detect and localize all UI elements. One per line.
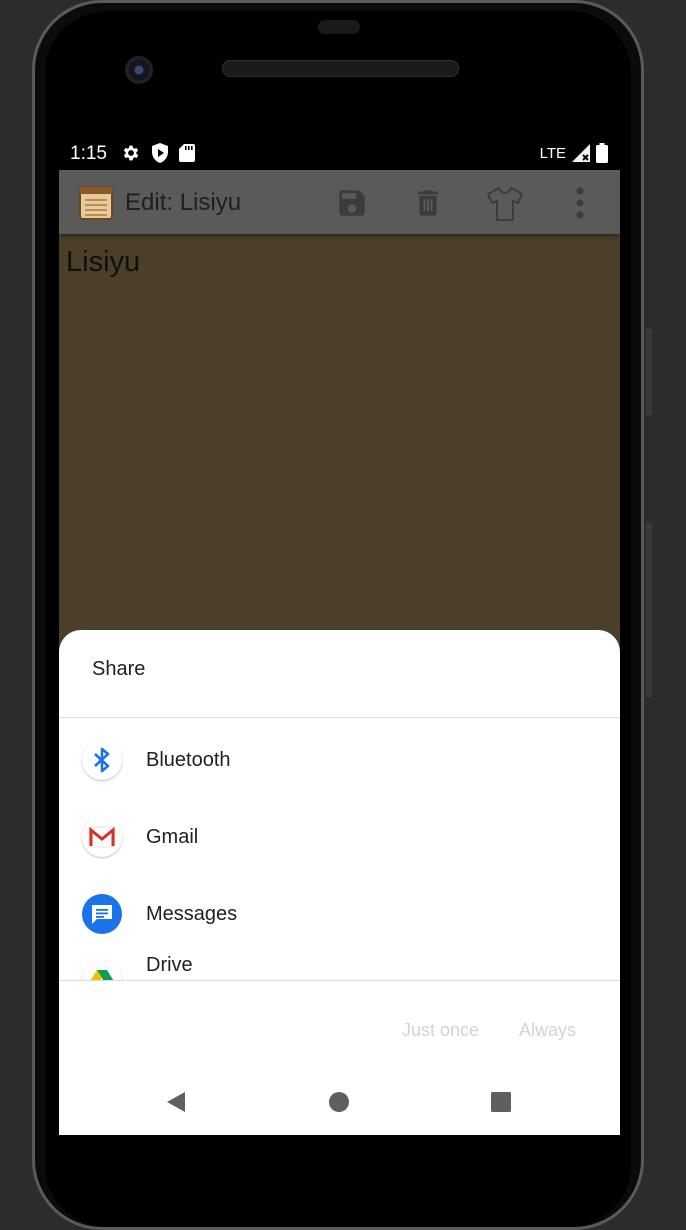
share-target-list[interactable]: Bluetooth Gmail Messages Drive	[59, 722, 620, 980]
gmail-icon	[82, 817, 122, 857]
overflow-menu-icon[interactable]	[565, 186, 595, 220]
front-camera	[125, 56, 153, 84]
delete-icon[interactable]	[411, 186, 445, 220]
share-title-divider	[59, 717, 620, 718]
share-item-gmail[interactable]: Gmail	[59, 799, 620, 875]
page-title: Edit: Lisiyu	[125, 189, 242, 216]
navigation-bar	[59, 1074, 620, 1135]
back-icon[interactable]	[165, 1090, 187, 1114]
note-body-text[interactable]: Lisiyu	[66, 246, 140, 279]
notepad-app-icon	[79, 186, 113, 220]
share-item-messages[interactable]: Messages	[59, 876, 620, 952]
share-item-label: Drive	[146, 954, 193, 976]
home-icon[interactable]	[328, 1090, 350, 1114]
sd-card-icon	[179, 144, 195, 162]
volume-button	[646, 328, 652, 416]
drive-icon	[82, 960, 122, 980]
recents-icon[interactable]	[490, 1090, 512, 1114]
speaker-grille	[222, 60, 459, 77]
earpiece-slot	[318, 20, 360, 34]
gear-icon	[123, 145, 139, 161]
bluetooth-icon	[82, 740, 122, 780]
share-item-label: Messages	[146, 903, 238, 925]
app-bar: Edit: Lisiyu	[59, 170, 620, 234]
share-item-drive[interactable]: Drive	[59, 942, 620, 980]
share-item-bluetooth[interactable]: Bluetooth	[59, 722, 620, 798]
always-button[interactable]: Always	[519, 1020, 576, 1041]
status-bar: 1:15 LTE	[59, 134, 620, 170]
shield-play-icon	[152, 143, 168, 163]
status-left-icons	[121, 143, 195, 163]
theme-shirt-icon[interactable]	[486, 186, 524, 222]
messages-icon	[82, 894, 122, 934]
share-item-label: Gmail	[146, 826, 199, 848]
just-once-button[interactable]: Just once	[402, 1020, 479, 1041]
share-item-label: Bluetooth	[146, 749, 231, 771]
status-right-icons: LTE	[540, 143, 608, 163]
network-type: LTE	[539, 144, 566, 162]
save-icon[interactable]	[335, 186, 369, 220]
status-time: 1:15	[70, 143, 107, 164]
battery-icon	[596, 143, 608, 163]
share-actions-divider	[59, 980, 620, 981]
screen: 1:15 LTE Edit: Lisiyu Lisiyu Share Bluet…	[59, 134, 620, 1135]
power-button	[646, 522, 652, 698]
signal-icon	[572, 144, 590, 162]
share-sheet-title: Share	[92, 658, 146, 680]
